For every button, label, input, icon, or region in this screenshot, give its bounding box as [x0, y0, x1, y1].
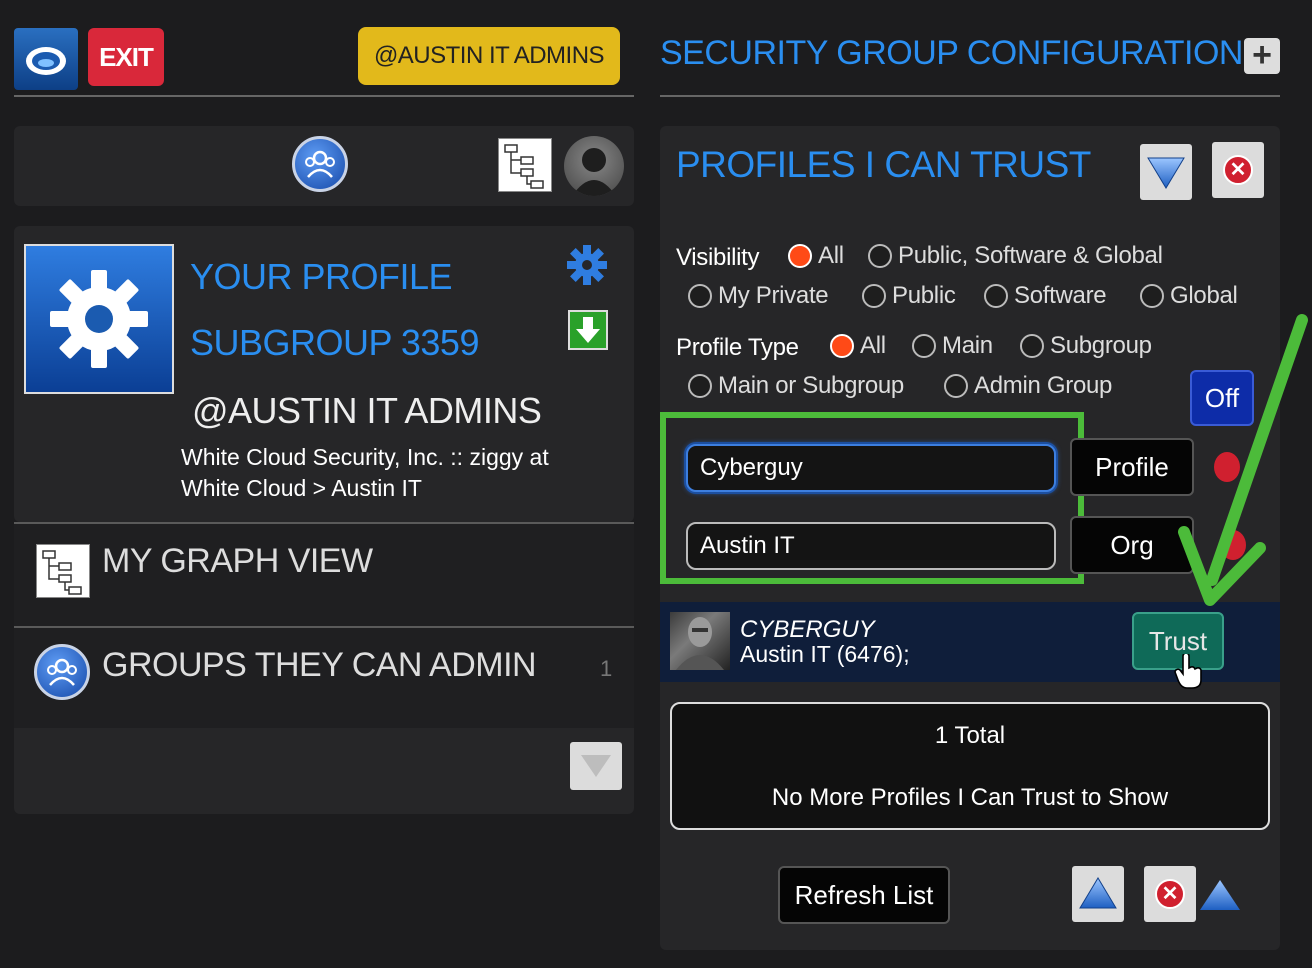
radio[interactable]: [984, 284, 1008, 308]
radio[interactable]: [1020, 334, 1044, 358]
menu-item-graph-view[interactable]: MY GRAPH VIEW: [14, 524, 634, 626]
profile-org-line2: White Cloud > Austin IT: [181, 475, 422, 501]
option-label: Public, Software & Global: [898, 242, 1163, 269]
option-label: My Private: [718, 282, 829, 309]
scroll-up-button[interactable]: [1072, 866, 1124, 922]
cloud-logo-button[interactable]: [14, 28, 78, 90]
triangle-up-icon[interactable]: [1198, 878, 1242, 912]
result-org: Austin IT (6476);: [740, 641, 910, 667]
profile-org-line1: White Cloud Security, Inc. :: ziggy at: [181, 444, 549, 470]
close-bottom-button[interactable]: ✕: [1144, 866, 1196, 922]
current-group-chip[interactable]: @AUSTIN IT ADMINS: [358, 27, 620, 85]
hand-cursor-icon: [1174, 654, 1202, 689]
result-avatar: [670, 612, 730, 670]
radio[interactable]: [688, 374, 712, 398]
close-icon: ✕: [1155, 879, 1185, 909]
page-title: SECURITY GROUP CONFIGURATION: [660, 34, 1243, 72]
close-panel-button[interactable]: ✕: [1212, 142, 1264, 198]
refresh-list-button[interactable]: Refresh List: [778, 866, 950, 924]
profile-type-label: Profile Type: [676, 334, 799, 361]
radio[interactable]: [868, 244, 892, 268]
visibility-option-all[interactable]: All: [788, 242, 844, 270]
menu-label: GROUPS THEY CAN ADMIN: [102, 646, 537, 684]
profile-type-option-subgroup[interactable]: Subgroup: [1020, 332, 1152, 360]
panel-title: PROFILES I CAN TRUST: [676, 144, 1091, 185]
exit-button[interactable]: EXIT: [88, 28, 164, 86]
profile-type-option-main[interactable]: Main: [912, 332, 993, 360]
menu-item-groups-admin[interactable]: GROUPS THEY CAN ADMIN 1: [14, 628, 634, 730]
option-label: Global: [1170, 282, 1238, 309]
profile-handle: @AUSTIN IT ADMINS: [192, 390, 542, 431]
group-icon[interactable]: [292, 136, 348, 192]
result-name: CYBERGUY: [740, 616, 875, 643]
profile-subgroup: SUBGROUP 3359: [190, 322, 479, 363]
option-label: Public: [892, 282, 956, 309]
group-icon: [34, 644, 90, 700]
radio[interactable]: [688, 284, 712, 308]
option-label: Subgroup: [1050, 332, 1152, 359]
menu-count: 1: [600, 656, 613, 681]
visibility-option-global[interactable]: Global: [1140, 282, 1238, 310]
annotation-arrow: [1178, 314, 1308, 606]
avatar[interactable]: [564, 136, 624, 196]
profile-type-option-admin-group[interactable]: Admin Group: [944, 372, 1112, 400]
expand-button[interactable]: [570, 742, 622, 790]
visibility-option-my-private[interactable]: My Private: [688, 282, 829, 310]
visibility-option-public[interactable]: Public: [862, 282, 956, 310]
radio[interactable]: [944, 374, 968, 398]
profile-title: YOUR PROFILE: [190, 256, 453, 297]
option-label: All: [818, 242, 844, 269]
left-footer: [14, 728, 634, 814]
option-label: Admin Group: [974, 372, 1113, 399]
download-icon[interactable]: [568, 310, 608, 350]
settings-gear-icon[interactable]: [566, 244, 608, 286]
profile-type-option-main-or-subgroup[interactable]: Main or Subgroup: [688, 372, 904, 400]
annotation-highlight-box: [660, 412, 1084, 584]
graph-view-icon: [36, 544, 90, 598]
profile-gear-icon: [24, 244, 174, 394]
no-more-message: No More Profiles I Can Trust to Show: [771, 784, 1169, 811]
divider: [660, 95, 1280, 97]
visibility-option-software[interactable]: Software: [984, 282, 1107, 310]
radio-selected[interactable]: [788, 244, 812, 268]
radio[interactable]: [912, 334, 936, 358]
radio[interactable]: [1140, 284, 1164, 308]
cloud-icon: [26, 47, 66, 75]
chevron-down-icon: [581, 755, 611, 777]
total-count: 1 Total: [934, 722, 1006, 749]
option-label: Software: [1014, 282, 1107, 309]
radio-selected[interactable]: [830, 334, 854, 358]
visibility-option-public-software-global[interactable]: Public, Software & Global: [868, 242, 1163, 270]
triangle-up-icon: [1079, 877, 1117, 909]
option-label: Main: [942, 332, 993, 359]
radio[interactable]: [862, 284, 886, 308]
close-icon: ✕: [1223, 155, 1253, 185]
option-label: Main or Subgroup: [718, 372, 904, 399]
graph-view-icon[interactable]: [498, 138, 552, 192]
option-label: All: [860, 332, 886, 359]
divider: [14, 95, 634, 97]
collapse-button[interactable]: [1140, 144, 1192, 200]
add-button[interactable]: +: [1244, 38, 1280, 74]
visibility-label: Visibility: [676, 244, 760, 271]
profile-org: White Cloud Security, Inc. :: ziggy at W…: [181, 442, 611, 504]
triangle-down-icon: [1147, 157, 1185, 189]
menu-label: MY GRAPH VIEW: [102, 542, 373, 580]
profile-type-option-all[interactable]: All: [830, 332, 886, 360]
